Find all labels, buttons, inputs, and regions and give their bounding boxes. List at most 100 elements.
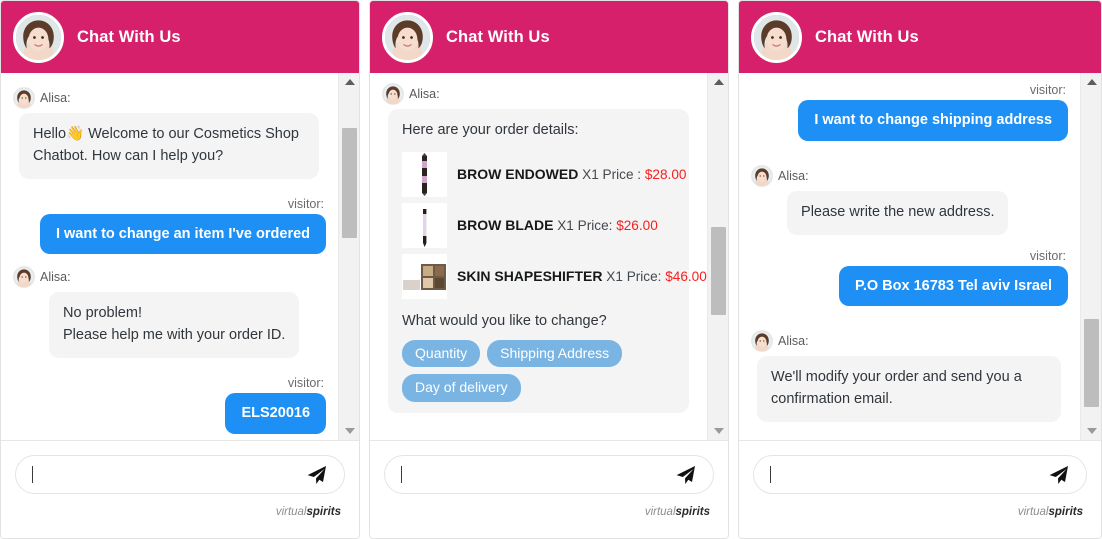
product-qty: X1 xyxy=(606,268,623,284)
price-label: Price: xyxy=(577,217,613,233)
user-row: P.O Box 16783 Tel aviv Israel xyxy=(751,265,1069,317)
chat-widget-2: Chat With Us Alisa: Here are your order … xyxy=(369,0,730,539)
order-item: BROW BLADE X1 Price: $26.00 xyxy=(402,202,674,248)
chat-footer-1: virtualspirits xyxy=(1,441,360,538)
brand-part-1: virtual xyxy=(1017,506,1049,518)
agent-avatar-small-icon xyxy=(382,83,405,105)
product-name: BROW BLADE xyxy=(457,216,554,233)
brand-footer: virtualspirits xyxy=(753,506,1087,518)
scroll-down-button[interactable] xyxy=(339,422,359,440)
agent-avatar-icon xyxy=(751,11,803,63)
product-price: $28.00 xyxy=(644,166,687,182)
paper-plane-icon xyxy=(676,465,696,484)
bot-message-bubble: Please write the new address. xyxy=(787,190,1009,235)
scroll-up-button[interactable] xyxy=(708,73,728,91)
chat-log-2: Alisa: Here are your order details: BROW… xyxy=(370,73,707,440)
chat-log-container-2: Alisa: Here are your order details: BROW… xyxy=(370,73,729,441)
order-item-line: SKIN SHAPESHIFTER X1 Price: $46.00 xyxy=(457,266,707,287)
price-label: Price: xyxy=(626,268,662,284)
agent-avatar-small-icon xyxy=(751,164,774,187)
quick-reply-group: Quantity Shipping Address Day of deliver… xyxy=(402,339,674,403)
chat-title: Chat With Us xyxy=(446,27,550,46)
product-price: $46.00 xyxy=(665,268,707,284)
chevron-up-icon xyxy=(1086,79,1097,85)
quick-reply-shipping-address[interactable]: Shipping Address xyxy=(487,339,623,368)
visitor-label: visitor: xyxy=(1029,83,1067,97)
speaker-row: Alisa: xyxy=(382,83,695,105)
speaker-name: Alisa: xyxy=(778,334,809,349)
visitor-label: visitor: xyxy=(287,196,325,211)
speaker-row: Alisa: xyxy=(751,330,1068,353)
chat-scrollbar-3[interactable] xyxy=(1080,73,1102,440)
send-button[interactable] xyxy=(1044,461,1072,489)
product-qty: X1 xyxy=(557,217,574,233)
order-item: SKIN SHAPESHIFTER X1 Price: $46.00 xyxy=(402,253,707,299)
message-user: visitor: I want to change an item I've o… xyxy=(13,196,327,265)
product-name: BROW ENDOWED xyxy=(457,165,579,182)
chat-log-1: Alisa: Hello👋 Welcome to our Cosmetics S… xyxy=(1,73,338,440)
brow-pencil-dark-icon xyxy=(402,151,448,197)
user-row: I want to change an item I've ordered xyxy=(13,213,327,265)
send-button[interactable] xyxy=(671,461,699,489)
composer-bar[interactable] xyxy=(384,455,715,494)
scrollbar-thumb[interactable] xyxy=(342,127,358,238)
brand-part-2: spirits xyxy=(675,506,711,518)
scrollbar-thumb[interactable] xyxy=(1084,318,1100,407)
user-message-bubble: I want to change an item I've ordered xyxy=(39,213,327,255)
composer-bar[interactable] xyxy=(15,455,346,494)
user-message-bubble: P.O Box 16783 Tel aviv Israel xyxy=(839,265,1069,307)
speaker-name: Alisa: xyxy=(40,91,71,105)
message-input[interactable] xyxy=(33,466,303,483)
quick-reply-quantity[interactable]: Quantity xyxy=(402,339,481,368)
agent-avatar-icon xyxy=(382,11,434,63)
speaker-row: Alisa: xyxy=(13,266,326,289)
chat-header-3: Chat With Us xyxy=(739,1,1102,73)
bot-message-bubble: Hello👋 Welcome to our Cosmetics Shop Cha… xyxy=(19,113,320,179)
visitor-label: visitor: xyxy=(287,375,325,390)
chevron-down-icon xyxy=(1086,428,1097,434)
scroll-up-button[interactable] xyxy=(339,73,359,91)
scrollbar-thumb[interactable] xyxy=(711,226,727,315)
paper-plane-icon xyxy=(1049,465,1069,484)
message-input[interactable] xyxy=(771,466,1045,483)
composer-bar[interactable] xyxy=(753,455,1088,494)
message-bot: Alisa: We'll modify your order and send … xyxy=(751,330,1068,422)
scroll-down-button[interactable] xyxy=(708,422,728,440)
message-bot-order: Alisa: Here are your order details: BROW… xyxy=(382,83,707,414)
bot-message-bubble: No problem! Please help me with your ord… xyxy=(49,292,300,358)
speaker-row: Alisa: xyxy=(751,164,1068,187)
order-intro: Here are your order details: xyxy=(402,122,579,138)
message-user: visitor: ELS20016 xyxy=(13,375,327,440)
bot-message-bubble: We'll modify your order and send you a c… xyxy=(757,356,1062,422)
message-user: visitor: I want to change shipping addre… xyxy=(751,83,1069,151)
agent-avatar-small-icon xyxy=(13,266,35,289)
paper-plane-icon xyxy=(307,465,327,484)
product-qty: X1 xyxy=(582,166,599,182)
visitor-label: visitor: xyxy=(1029,248,1067,263)
send-button[interactable] xyxy=(302,461,330,489)
change-prompt: What would you like to change? xyxy=(402,312,607,329)
product-price: $26.00 xyxy=(616,217,658,233)
scroll-up-button[interactable] xyxy=(1081,73,1101,91)
chat-scrollbar-2[interactable] xyxy=(707,73,729,440)
chevron-down-icon xyxy=(344,428,355,434)
brand-part-2: spirits xyxy=(1048,506,1084,518)
agent-avatar-small-icon xyxy=(751,330,774,353)
message-input[interactable] xyxy=(402,466,672,483)
chat-footer-2: virtualspirits xyxy=(370,441,729,538)
message-bot: Alisa: Hello👋 Welcome to our Cosmetics S… xyxy=(13,87,326,179)
chat-log-3: visitor: I want to change shipping addre… xyxy=(739,73,1080,440)
message-user: visitor: P.O Box 16783 Tel aviv Israel xyxy=(751,248,1069,317)
scroll-down-button[interactable] xyxy=(1081,422,1101,440)
message-bot: Alisa: Please write the new address. xyxy=(751,164,1068,235)
chat-title: Chat With Us xyxy=(815,27,919,46)
chat-scrollbar-1[interactable] xyxy=(338,73,360,440)
speaker-name: Alisa: xyxy=(778,168,809,183)
order-details-bubble: Here are your order details: BROW ENDOWE… xyxy=(388,109,707,414)
chevron-up-icon xyxy=(713,79,724,85)
speaker-row: Alisa: xyxy=(13,87,326,109)
quick-reply-day-of-delivery[interactable]: Day of delivery xyxy=(402,374,521,403)
